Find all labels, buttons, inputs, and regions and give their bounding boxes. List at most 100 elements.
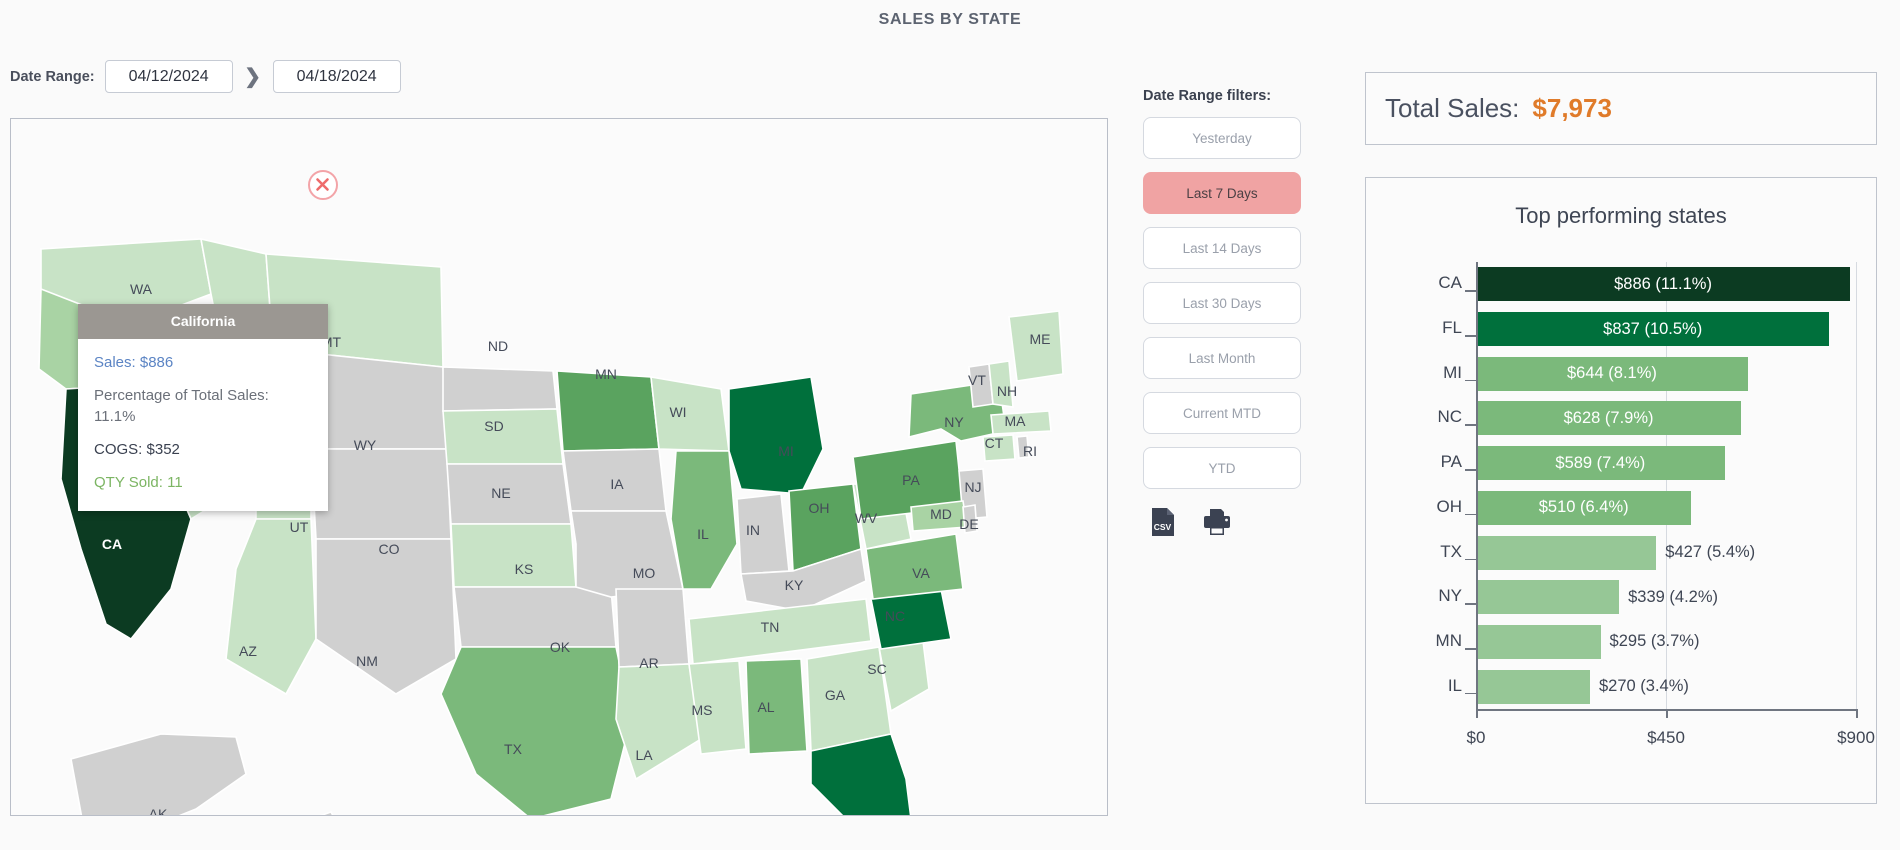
filter-button-last-month[interactable]: Last Month	[1143, 337, 1301, 379]
filter-button-last-7-days[interactable]: Last 7 Days	[1143, 172, 1301, 214]
chart-bar-value-label: $270 (3.4%)	[1599, 677, 1689, 696]
map-state-hi[interactable]	[311, 811, 377, 815]
chart-bar[interactable]: $295 (3.7%)	[1476, 624, 1699, 659]
filter-button-ytd[interactable]: YTD	[1143, 447, 1301, 489]
chart-bar[interactable]: $510 (6.4%)	[1476, 490, 1692, 525]
map-state-il[interactable]	[670, 450, 738, 590]
map-state-ks[interactable]	[450, 523, 577, 588]
chart-bar[interactable]: $837 (10.5%)	[1476, 312, 1830, 347]
chart-axis-tick	[1465, 647, 1476, 650]
map-state-sd[interactable]	[442, 408, 564, 465]
top-performing-states-chart-card: Top performing states CA $886 (11.1%) FL $8…	[1365, 177, 1877, 804]
chart-bar-value-label: $339 (4.2%)	[1628, 587, 1719, 606]
date-range-filters-panel: Date Range filters: Yesterday Last 7 Days…	[1143, 88, 1305, 542]
map-state-de[interactable]	[962, 504, 978, 534]
chart-category-label: TX	[1440, 541, 1462, 561]
state-tooltip: California Sales: $886 Percentage of Tot…	[78, 304, 328, 512]
chart-gridline	[1856, 262, 1858, 709]
chart-bar[interactable]: $589 (7.4%)	[1476, 446, 1725, 481]
map-state-tx[interactable]	[440, 646, 632, 815]
filter-button-yesterday[interactable]: Yesterday	[1143, 117, 1301, 159]
map-state-ar[interactable]	[615, 588, 690, 668]
svg-text:CSV: CSV	[1154, 522, 1172, 532]
chart-y-axis	[1476, 262, 1478, 709]
chart-bar[interactable]: $270 (3.4%)	[1476, 669, 1689, 704]
map-state-wi[interactable]	[650, 376, 730, 452]
chart-bar[interactable]: $644 (8.1%)	[1476, 356, 1748, 391]
map-state-nm[interactable]	[315, 538, 457, 695]
chart-bar-value-label: $510 (6.4%)	[1538, 498, 1629, 517]
sales-by-state-map[interactable]: WA MT ND MN ME SD WI VT NH WY MI NY MA CT RI NE IA PA NJ UT…	[10, 118, 1108, 816]
tooltip-state-name: California	[78, 304, 328, 339]
map-state-in[interactable]	[736, 493, 790, 575]
date-range-label: Date Range:	[10, 68, 95, 85]
date-range-controls: Date Range: ❯	[10, 60, 401, 93]
chart-bar-value-label: $628 (7.9%)	[1563, 408, 1654, 427]
chart-bar-value-label: $589 (7.4%)	[1555, 453, 1646, 472]
map-state-nh[interactable]	[988, 360, 1014, 408]
map-state-label-nd: ND	[488, 338, 508, 354]
tooltip-body: Sales: $886 Percentage of Total Sales: 1…	[78, 339, 328, 511]
map-state-me[interactable]	[1008, 310, 1064, 382]
map-state-mo[interactable]	[570, 510, 684, 598]
chart-axis-tick	[1465, 692, 1476, 695]
total-sales-value: $7,973	[1532, 93, 1612, 123]
csv-file-icon[interactable]: CSV	[1150, 507, 1176, 542]
chart-category-label: PA	[1440, 452, 1462, 472]
map-state-mi[interactable]	[728, 376, 824, 495]
filter-button-last-30-days[interactable]: Last 30 Days	[1143, 282, 1301, 324]
map-state-md[interactable]	[910, 500, 968, 532]
close-circle-icon[interactable]	[308, 170, 338, 200]
chart-bar[interactable]: $628 (7.9%)	[1476, 401, 1742, 436]
tooltip-percentage-value: 11.1%	[94, 407, 136, 425]
chart-axis-tick	[1465, 379, 1476, 382]
map-state-ne[interactable]	[446, 463, 572, 525]
date-range-end-input[interactable]	[272, 60, 401, 93]
chart-axis-tick	[1465, 290, 1476, 292]
map-state-ga[interactable]	[806, 646, 892, 752]
chart-axis-tick	[1465, 603, 1476, 605]
chart-x-tick-label: $900	[1837, 728, 1875, 747]
printer-icon[interactable]	[1202, 508, 1232, 541]
chart-x-tick-label: $0	[1466, 728, 1486, 747]
date-range-arrow-icon: ❯	[244, 66, 261, 88]
map-state-ma[interactable]	[990, 410, 1052, 435]
map-state-nd[interactable]	[442, 366, 558, 412]
page-title: SALES BY STATE	[878, 11, 1022, 28]
chart-category-label: MI	[1443, 362, 1462, 382]
chart-category-label: CA	[1438, 273, 1462, 293]
chart-category-label: FL	[1442, 318, 1462, 338]
map-state-mn[interactable]	[556, 370, 660, 452]
chart-title: Top performing states	[1515, 203, 1727, 228]
tooltip-qty-sold: QTY Sold: 11	[94, 474, 183, 491]
chart-category-label: MN	[1435, 630, 1462, 650]
chart-bar[interactable]: $427 (5.4%)	[1476, 535, 1755, 570]
filter-button-current-mtd[interactable]: Current MTD	[1143, 392, 1301, 434]
map-state-ok[interactable]	[453, 586, 617, 648]
date-range-filters-title: Date Range filters:	[1143, 88, 1272, 104]
chart-bar[interactable]: $339 (4.2%)	[1476, 580, 1718, 615]
map-state-ak[interactable]	[70, 733, 247, 815]
tooltip-percentage: Percentage of Total Sales: 11.1%	[94, 386, 312, 427]
map-state-az[interactable]	[225, 518, 317, 696]
map-state-ct[interactable]	[982, 434, 1016, 462]
chart-bar-value-label: $837 (10.5%)	[1603, 319, 1703, 338]
chart-bar[interactable]: $886 (11.1%)	[1476, 267, 1851, 302]
chart-x-tick	[1666, 709, 1668, 718]
map-state-ia[interactable]	[562, 448, 667, 512]
chart-bar-value-label: $295 (3.7%)	[1609, 632, 1700, 651]
total-sales-card: Total Sales: $7,973	[1365, 72, 1877, 145]
date-range-filter-list: Yesterday Last 7 Days Last 14 Days Last 30 …	[1143, 117, 1305, 489]
map-state-co[interactable]	[310, 448, 452, 540]
map-state-la[interactable]	[615, 663, 702, 781]
chart-axis-tick	[1465, 424, 1476, 427]
chart-category-label: OH	[1436, 496, 1463, 516]
chart-axis-tick	[1465, 335, 1476, 337]
map-state-ri[interactable]	[1016, 435, 1030, 459]
chart-plot-area: CA $886 (11.1%) FL $837 (10.5%) MI $644 (8.1%…	[1366, 254, 1878, 805]
chart-x-tick	[1476, 709, 1478, 718]
filter-button-last-14-days[interactable]: Last 14 Days	[1143, 227, 1301, 269]
date-range-start-input[interactable]	[104, 60, 233, 93]
map-state-al[interactable]	[745, 658, 808, 755]
chart-axis-tick	[1465, 513, 1476, 516]
